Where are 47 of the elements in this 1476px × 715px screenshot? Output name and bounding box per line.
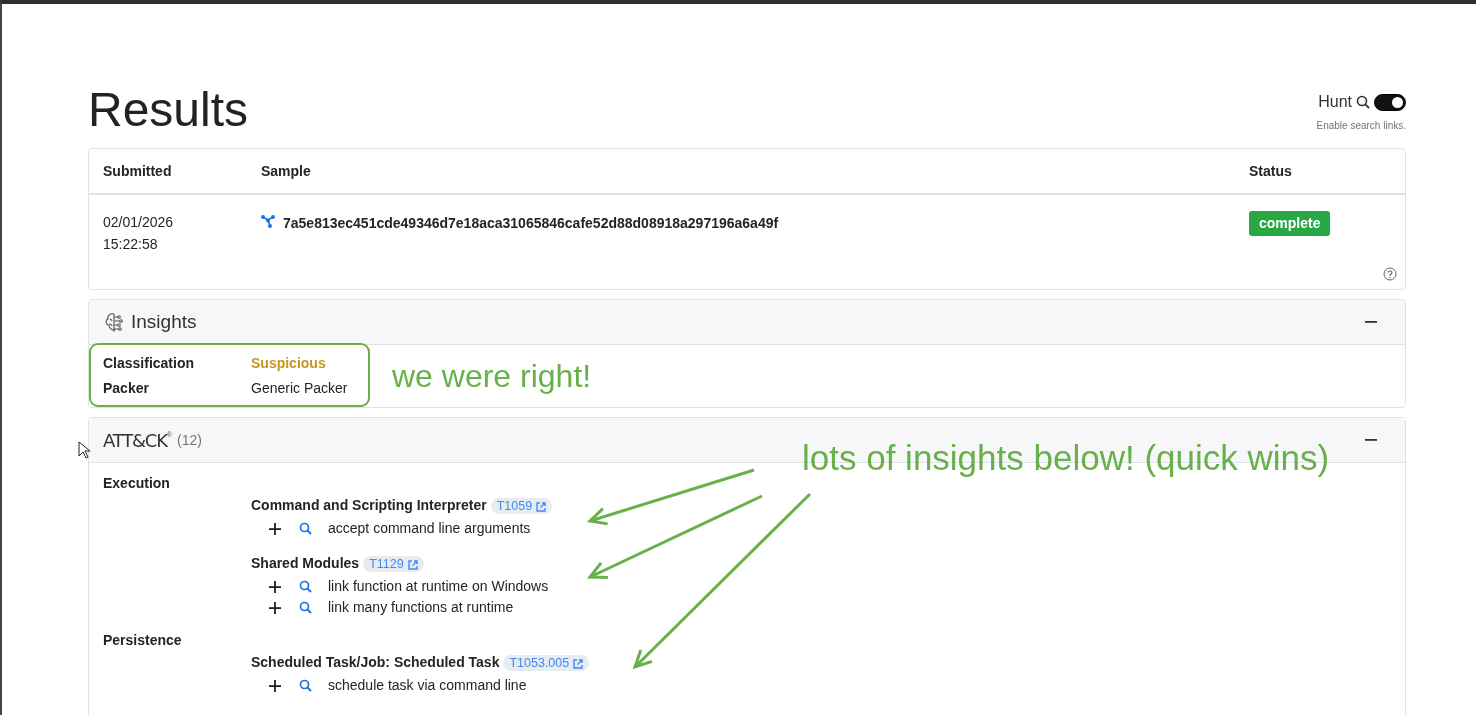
panel-title: ATT&CK xyxy=(103,428,167,453)
page-title: Results xyxy=(88,86,249,134)
capability-text: schedule task via command line xyxy=(328,676,527,695)
column-header: Sample xyxy=(261,162,312,181)
toggle-label: Hunt xyxy=(1318,92,1352,112)
external-link-icon xyxy=(572,658,584,670)
technique-name: Scheduled Task/Job: Scheduled Task xyxy=(251,654,500,670)
hint-text: Enable search links. xyxy=(1316,119,1406,133)
tactic-label: Persistence xyxy=(103,631,183,650)
plus-icon[interactable] xyxy=(269,522,281,535)
annotation-text: lots of insights below! (quick wins) xyxy=(802,440,1330,475)
plus-icon[interactable] xyxy=(269,601,281,614)
field-label: Classification xyxy=(103,354,196,373)
column-header: Submitted xyxy=(103,162,173,181)
field-label: Packer xyxy=(103,379,150,398)
plus-icon[interactable] xyxy=(269,679,281,692)
network-icon xyxy=(261,215,275,228)
technique-link[interactable]: T1053.005 xyxy=(503,655,590,671)
brain-icon xyxy=(103,311,125,333)
status-label: complete xyxy=(1249,211,1331,236)
search-icon[interactable] xyxy=(299,522,312,535)
field-value: Generic Packer xyxy=(251,379,348,398)
external-link-icon xyxy=(535,501,547,513)
sample-hash[interactable]: 7a5e813ec451cde49346d7e18aca31065846cafe52d88d08918a297196a6a49f xyxy=(283,213,779,289)
external-link-icon xyxy=(406,559,418,571)
field-value: Suspicious xyxy=(251,354,326,373)
technique-name: Shared Modules xyxy=(251,555,360,571)
capability-text: link many functions at runtime xyxy=(328,598,514,617)
column-header: Status xyxy=(1249,162,1293,181)
technique-link[interactable]: T1059 xyxy=(490,498,553,514)
search-icon xyxy=(1356,95,1370,109)
count-text: (12) xyxy=(177,430,202,450)
plus-icon[interactable] xyxy=(269,580,281,593)
annotation-text: we were right! xyxy=(392,360,592,392)
help-icon[interactable] xyxy=(1383,267,1397,281)
search-icon[interactable] xyxy=(299,601,312,614)
time-text: 15:22:58 xyxy=(103,235,159,254)
capability-text: link function at runtime on Windows xyxy=(328,577,549,596)
technique-link[interactable]: T1129 xyxy=(363,556,424,572)
technique-name: Command and Scripting Interpreter xyxy=(251,497,487,513)
capability-text: accept command line arguments xyxy=(328,519,531,538)
search-icon[interactable] xyxy=(299,580,312,593)
tactic-label: Execution xyxy=(103,474,171,493)
toggle-switch[interactable] xyxy=(1374,93,1406,111)
panel-title: Insights xyxy=(131,309,197,334)
date-text: 02/01/2026 xyxy=(103,213,175,232)
search-icon[interactable] xyxy=(299,679,312,692)
